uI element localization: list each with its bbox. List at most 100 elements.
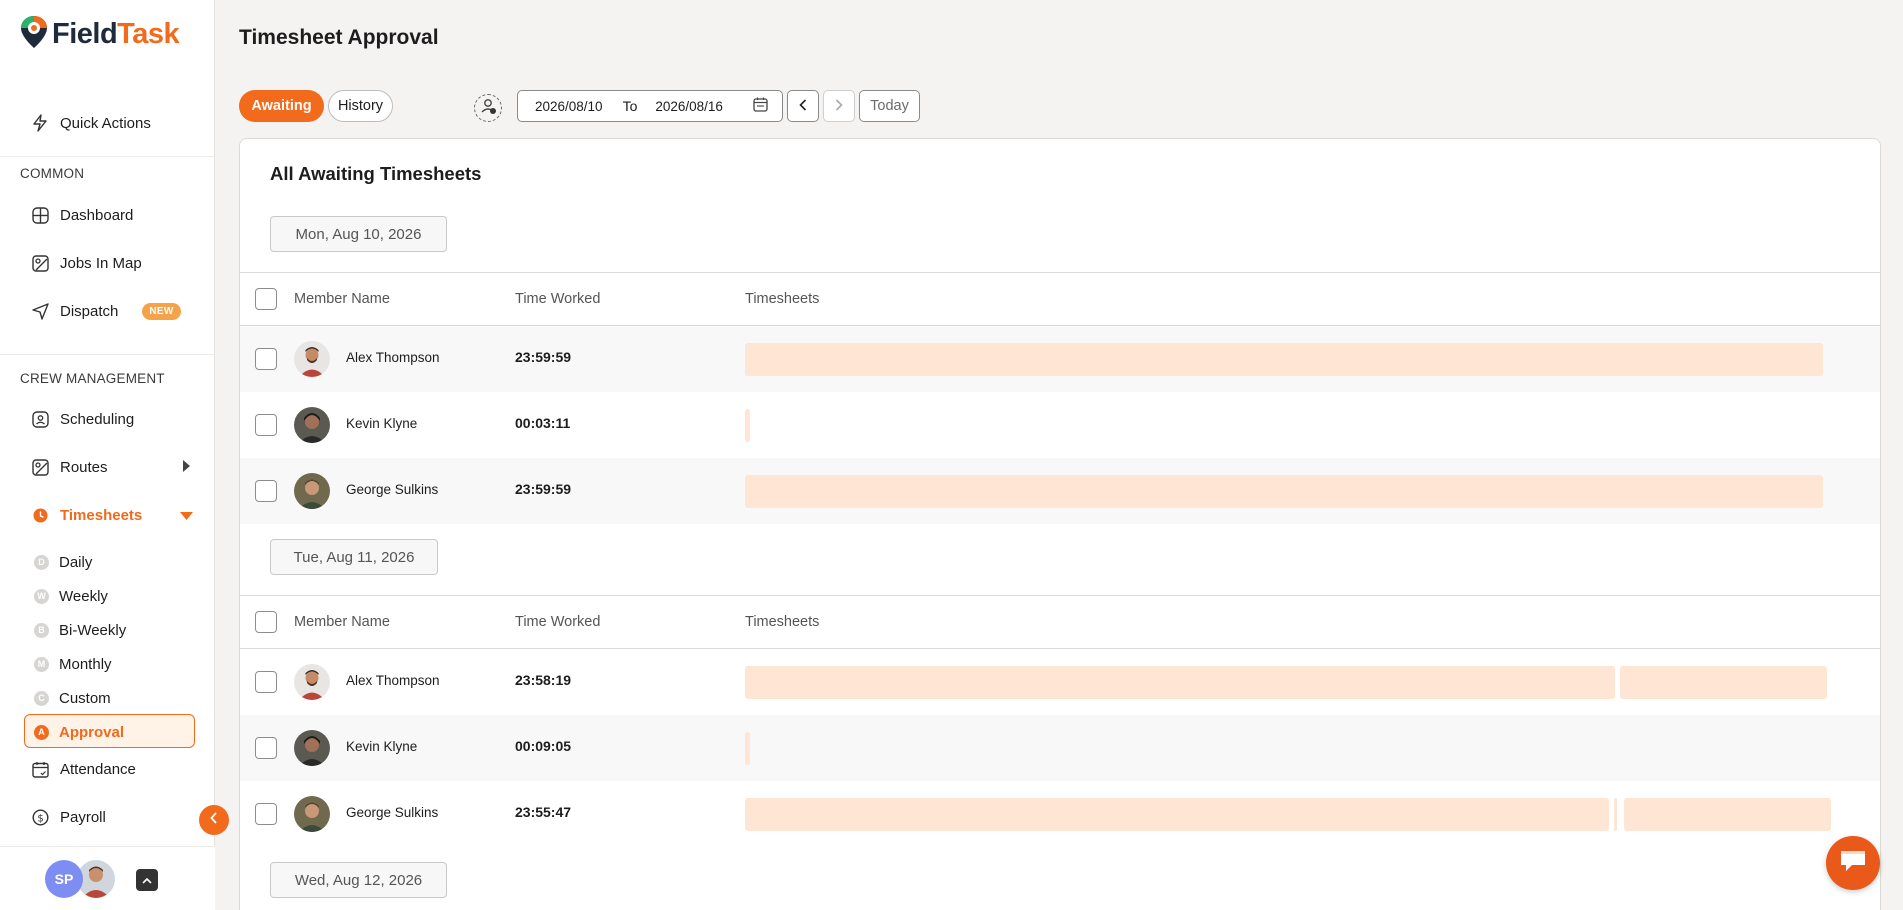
send-icon: [30, 301, 50, 321]
sub-item-daily[interactable]: D Daily: [34, 551, 92, 573]
clock-icon: [30, 505, 50, 525]
previous-period-button[interactable]: [787, 90, 819, 122]
chevron-up-icon[interactable]: [136, 869, 158, 891]
date-from[interactable]: 2026/08/10: [535, 99, 603, 114]
timesheet-bar[interactable]: [1624, 798, 1831, 831]
column-header-timesheets: Timesheets: [745, 614, 820, 630]
time-worked: 00:03:11: [515, 415, 571, 431]
member-filter-button[interactable]: [474, 94, 502, 122]
chat-icon: [1838, 848, 1868, 879]
member-name: Alex Thompson: [346, 350, 440, 365]
date-chip: Wed, Aug 12, 2026: [270, 862, 447, 898]
row-checkbox[interactable]: [255, 737, 277, 759]
table-header: Member Name Time Worked Timesheets: [240, 595, 1880, 649]
sub-label: Custom: [59, 689, 111, 707]
nav-timesheets[interactable]: Timesheets: [30, 503, 193, 527]
column-header-time: Time Worked: [515, 291, 601, 307]
nav-label: Payroll: [60, 808, 106, 826]
sub-item-monthly[interactable]: M Monthly: [34, 653, 112, 675]
today-button[interactable]: Today: [859, 90, 920, 122]
calendar-icon[interactable]: [753, 97, 768, 115]
row-checkbox[interactable]: [255, 348, 277, 370]
table-row[interactable]: Alex Thompson 23:58:19: [240, 649, 1880, 715]
nav-label: Dashboard: [60, 206, 134, 224]
nav-dashboard[interactable]: Dashboard: [30, 203, 133, 227]
nav-routes[interactable]: Routes: [30, 455, 190, 479]
row-checkbox[interactable]: [255, 671, 277, 693]
tab-awaiting[interactable]: Awaiting: [239, 90, 324, 122]
timesheet-bar[interactable]: [745, 666, 1615, 699]
table-row[interactable]: Kevin Klyne 00:09:05: [240, 715, 1880, 781]
collapse-sidebar-button[interactable]: [199, 805, 229, 835]
caret-down-icon: [180, 507, 193, 524]
logo-text: FieldTask: [52, 17, 180, 50]
letter-icon: B: [34, 622, 49, 638]
table-row[interactable]: Alex Thompson 23:59:59: [240, 326, 1880, 392]
nav-jobs-in-map[interactable]: Jobs In Map: [30, 251, 142, 275]
row-checkbox[interactable]: [255, 414, 277, 436]
timesheet-bar[interactable]: [1620, 666, 1827, 699]
table-row[interactable]: George Sulkins 23:59:59: [240, 458, 1880, 524]
calendar-check-icon: [30, 759, 50, 779]
row-checkbox[interactable]: [255, 803, 277, 825]
nav-attendance[interactable]: Attendance: [30, 757, 136, 781]
lightning-icon: [30, 113, 50, 133]
page-title: Timesheet Approval: [239, 26, 439, 49]
date-range-picker[interactable]: 2026/08/10 To 2026/08/16: [517, 90, 783, 122]
sub-label: Daily: [59, 553, 93, 571]
time-worked: 23:59:59: [515, 349, 572, 365]
routes-icon: [30, 457, 50, 477]
select-all-checkbox[interactable]: [255, 611, 277, 633]
next-period-button[interactable]: [823, 90, 855, 122]
member-avatar: [294, 341, 330, 377]
letter-icon: C: [34, 690, 49, 706]
divider: [0, 354, 215, 355]
timesheet-bar[interactable]: [745, 409, 750, 442]
sub-item-approval[interactable]: A Approval: [34, 721, 124, 743]
tab-history[interactable]: History: [328, 90, 393, 122]
user-avatar-initials[interactable]: SP: [45, 860, 83, 898]
letter-icon: M: [34, 656, 49, 672]
to-label: To: [622, 98, 638, 114]
column-header-member: Member Name: [294, 291, 390, 307]
letter-icon: A: [34, 724, 49, 740]
sub-item-custom[interactable]: C Custom: [34, 687, 111, 709]
chevron-left-icon: [799, 98, 807, 115]
date-chip: Mon, Aug 10, 2026: [270, 216, 447, 252]
nav-scheduling[interactable]: Scheduling: [30, 407, 134, 431]
time-worked: 23:55:47: [515, 804, 572, 820]
member-name: Kevin Klyne: [346, 416, 418, 431]
sub-item-weekly[interactable]: W Weekly: [34, 585, 108, 607]
nav-quick-actions[interactable]: Quick Actions: [30, 111, 151, 135]
select-all-checkbox[interactable]: [255, 288, 277, 310]
nav-dispatch[interactable]: Dispatch NEW: [30, 299, 181, 323]
timesheet-bar[interactable]: [745, 475, 1823, 508]
member-name: George Sulkins: [346, 482, 439, 497]
nav-label: Routes: [60, 458, 108, 476]
card-title: All Awaiting Timesheets: [270, 163, 482, 184]
date-to[interactable]: 2026/08/16: [655, 99, 723, 114]
dollar-icon: $: [30, 807, 50, 827]
svg-text:$: $: [37, 813, 43, 824]
timesheet-bar[interactable]: [745, 798, 1609, 831]
nav-payroll[interactable]: $ Payroll: [30, 805, 106, 829]
chat-support-button[interactable]: [1826, 836, 1880, 890]
timesheet-bar[interactable]: [1614, 798, 1617, 831]
row-checkbox[interactable]: [255, 480, 277, 502]
chevron-right-icon: [835, 98, 843, 115]
sub-item-bi-weekly[interactable]: B Bi-Weekly: [34, 619, 126, 641]
scheduling-icon: [30, 409, 50, 429]
member-avatar: [294, 407, 330, 443]
timesheet-bar[interactable]: [745, 732, 750, 765]
table-row[interactable]: George Sulkins 23:55:47: [240, 781, 1880, 847]
member-avatar: [294, 796, 330, 832]
column-header-time: Time Worked: [515, 614, 601, 630]
nav-label: Quick Actions: [60, 114, 151, 132]
table-row[interactable]: Kevin Klyne 00:03:11: [240, 392, 1880, 458]
member-avatar: [294, 664, 330, 700]
timesheet-bar[interactable]: [745, 343, 1823, 376]
logo[interactable]: FieldTask: [20, 15, 180, 52]
dashboard-icon: [30, 205, 50, 225]
member-name: George Sulkins: [346, 805, 439, 820]
date-chip: Tue, Aug 11, 2026: [270, 539, 438, 575]
